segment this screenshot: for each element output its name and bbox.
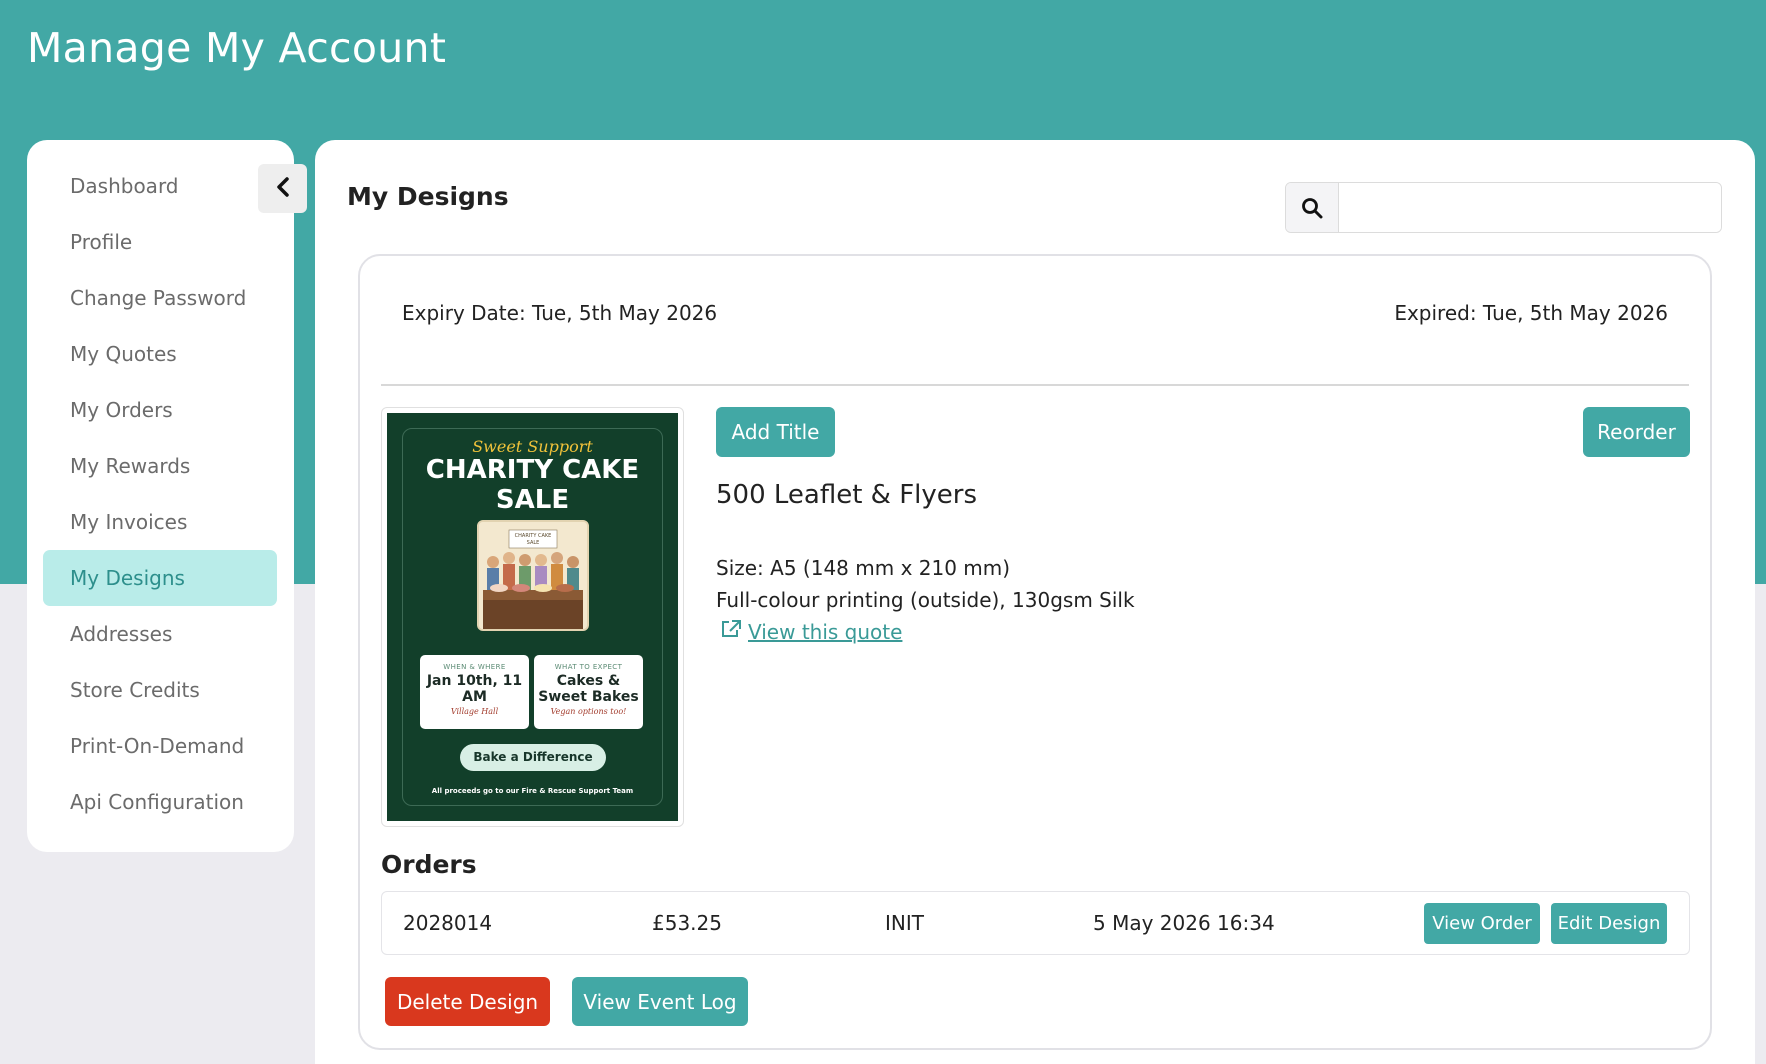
sidebar-item-my-rewards[interactable]: My Rewards — [43, 438, 277, 494]
view-quote-link[interactable]: View this quote — [720, 619, 902, 644]
poster-box-value: Cakes & Sweet Bakes — [538, 673, 639, 705]
divider — [381, 384, 1689, 386]
poster-illustration-banner-1: CHARITY CAKE — [515, 533, 552, 539]
section-title: My Designs — [347, 182, 509, 211]
sidebar-nav: Dashboard Profile Change Password My Quo… — [43, 158, 277, 830]
expired-date: Expired: Tue, 5th May 2026 — [1394, 301, 1668, 325]
design-thumbnail[interactable]: Sweet Support CHARITY CAKE SALE CHARITY … — [381, 407, 684, 827]
order-id: 2028014 — [403, 911, 493, 935]
poster-box-label: WHEN & WHERE — [443, 663, 506, 671]
poster-info-box-when: WHEN & WHERE Jan 10th, 11 AM Village Hal… — [420, 655, 529, 729]
product-size: Size: A5 (148 mm x 210 mm) — [716, 556, 1011, 580]
delete-design-button[interactable]: Delete Design — [385, 977, 550, 1026]
poster-illustration: CHARITY CAKE SALE — [477, 520, 589, 631]
expiry-date: Expiry Date: Tue, 5th May 2026 — [402, 301, 718, 325]
search-bar — [1285, 182, 1722, 233]
sidebar-item-profile[interactable]: Profile — [43, 214, 277, 270]
poster-box-note: Vegan options too! — [550, 707, 627, 716]
sidebar-item-store-credits[interactable]: Store Credits — [43, 662, 277, 718]
search-input[interactable] — [1339, 183, 1721, 232]
poster-footer: All proceeds go to our Fire & Rescue Sup… — [431, 787, 634, 795]
page-title: Manage My Account — [27, 24, 447, 72]
order-amount: £53.25 — [652, 911, 722, 935]
poster-headline-line-2: SALE — [495, 485, 570, 515]
sidebar-item-my-quotes[interactable]: My Quotes — [43, 326, 277, 382]
order-date: 5 May 2026 16:34 — [1093, 911, 1275, 935]
view-event-log-button[interactable]: View Event Log — [572, 977, 748, 1026]
sidebar-item-my-orders[interactable]: My Orders — [43, 382, 277, 438]
poster-box-label: WHAT TO EXPECT — [554, 663, 623, 671]
poster-box-note: Village Hall — [450, 707, 499, 716]
poster-illustration-banner-2: SALE — [527, 540, 540, 546]
reorder-button[interactable]: Reorder — [1583, 407, 1690, 457]
product-printing: Full-colour printing (outside), 130gsm S… — [716, 588, 1135, 612]
external-link-icon — [720, 619, 742, 644]
sidebar-item-addresses[interactable]: Addresses — [43, 606, 277, 662]
view-order-button[interactable]: View Order — [1424, 903, 1540, 944]
edit-design-button[interactable]: Edit Design — [1551, 903, 1667, 944]
poster-headline-line-1: CHARITY CAKE — [425, 455, 640, 485]
sidebar-item-print-on-demand[interactable]: Print-On-Demand — [43, 718, 277, 774]
view-quote-label[interactable]: View this quote — [748, 620, 902, 644]
sidebar-item-my-designs[interactable]: My Designs — [43, 550, 277, 606]
add-title-button[interactable]: Add Title — [716, 407, 835, 457]
poster-headline: CHARITY CAKE SALE — [387, 455, 678, 515]
order-status: INIT — [885, 911, 924, 935]
poster-box-value: Jan 10th, 11 AM — [426, 673, 523, 705]
sidebar-item-api-configuration[interactable]: Api Configuration — [43, 774, 277, 830]
poster-image: Sweet Support CHARITY CAKE SALE CHARITY … — [387, 413, 678, 821]
poster-pill: Bake a Difference — [460, 744, 606, 771]
sidebar-item-dashboard[interactable]: Dashboard — [43, 158, 277, 214]
poster-info-box-expect: WHAT TO EXPECT Cakes & Sweet Bakes Vegan… — [534, 655, 643, 729]
search-icon[interactable] — [1286, 183, 1339, 232]
product-name: 500 Leaflet & Flyers — [716, 480, 978, 510]
sidebar-item-my-invoices[interactable]: My Invoices — [43, 494, 277, 550]
poster-script-text: Sweet Support — [472, 437, 593, 456]
sidebar-item-change-password[interactable]: Change Password — [43, 270, 277, 326]
orders-title: Orders — [381, 850, 477, 879]
